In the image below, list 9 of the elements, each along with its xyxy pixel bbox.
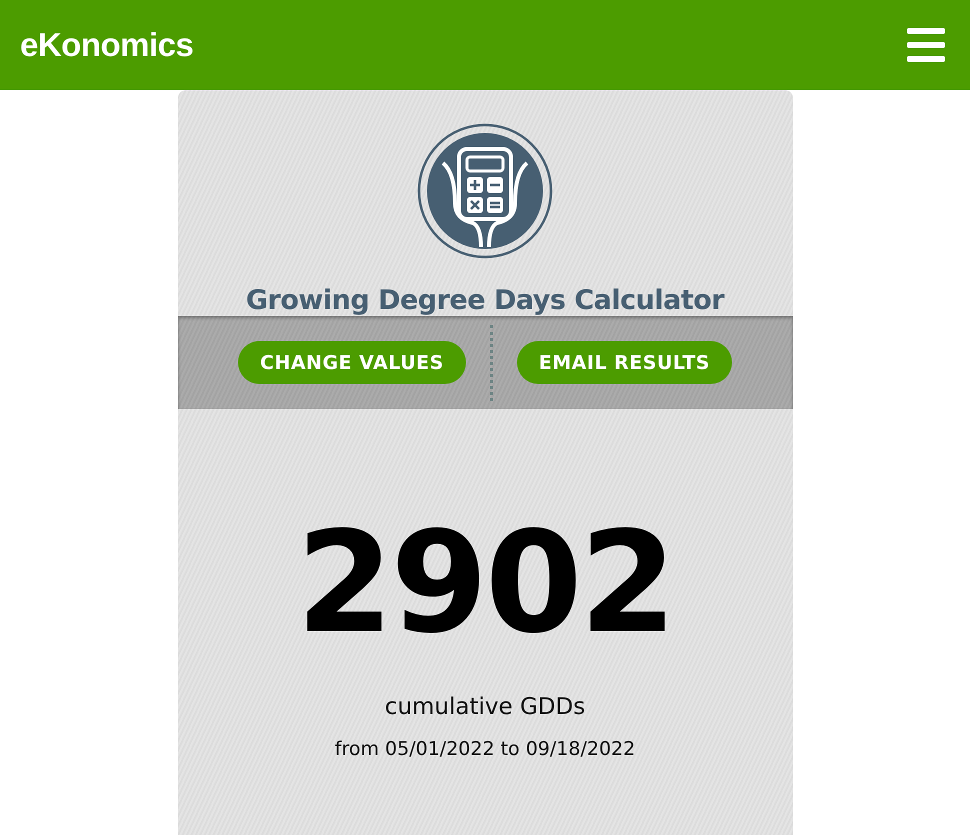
menu-icon[interactable] [907, 28, 945, 62]
result-value: 2902 [296, 514, 674, 654]
action-button[interactable]: EMAIL RESULTS [516, 341, 732, 384]
calculator-icon [417, 123, 553, 259]
result-unit: cumulative GDDs [384, 694, 586, 720]
calculator-title: Growing Degree Days Calculator [246, 285, 724, 316]
action-button[interactable]: CHANGE VALUES [238, 341, 466, 384]
date-range: from 05/01/2022 to 09/18/2022 [334, 738, 636, 760]
logo[interactable]: eKonomics [20, 26, 194, 64]
